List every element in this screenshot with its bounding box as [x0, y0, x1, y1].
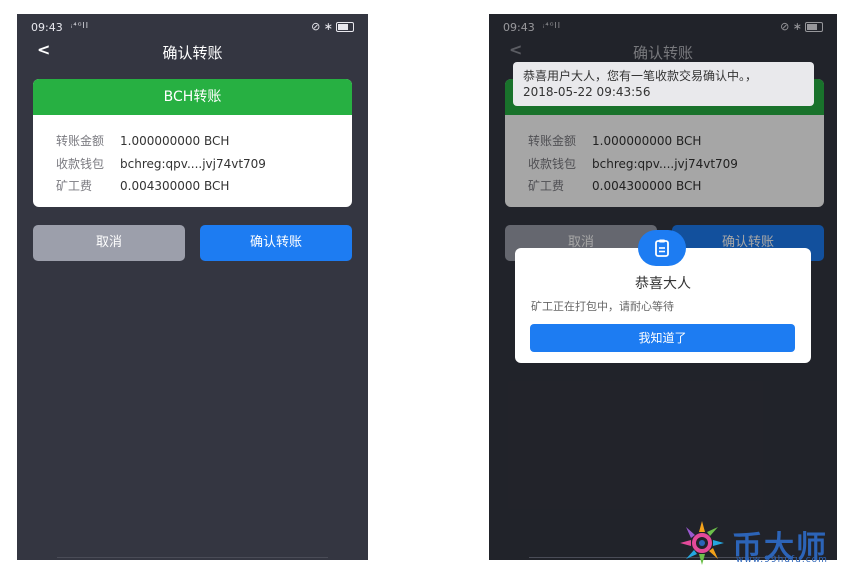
home-indicator	[57, 557, 328, 558]
wallet-value: bchreg:qpv....jvj74vt709	[120, 157, 266, 171]
page-title: 确认转账	[162, 44, 223, 62]
status-icons-text: ⊘ ∗	[311, 20, 333, 33]
status-icons: ⊘ ∗	[311, 20, 354, 33]
amount-value: 1.000000000 BCH	[120, 134, 230, 148]
card-header: BCH转账	[33, 79, 352, 115]
fee-value: 0.004300000 BCH	[120, 179, 230, 193]
dialog-title: 恭喜大人	[635, 276, 691, 292]
notification-toast: 恭喜用户大人，您有一笔收款交易确认中。， 2018-05-22 09:43:56	[513, 62, 814, 106]
dialog-message: 矿工正在打包中，请耐心等待	[531, 300, 674, 313]
phone-screen-success: 09:43 ᵢ⁴ᴳll ⊘ ∗ < 确认转账 转账金额 1.000000000 B…	[489, 14, 837, 560]
row-wallet: 收款钱包 bchreg:qpv....jvj74vt709	[56, 155, 266, 172]
wallet-label: 收款钱包	[56, 157, 105, 171]
amount-label: 转账金额	[56, 134, 105, 148]
cancel-button[interactable]: 取消	[33, 225, 185, 261]
transfer-card: BCH转账 转账金额 1.000000000 BCH 收款钱包 bchreg:qpv…	[33, 79, 352, 207]
phone-screen-confirm: 09:43 ᵢ⁴ᴳll ⊘ ∗ < 确认转账 BCH转账 转账金额 1.00000…	[17, 14, 368, 560]
got-it-button[interactable]: 我知道了	[530, 324, 795, 352]
status-time: 09:43	[31, 21, 63, 34]
status-bar: 09:43 ᵢ⁴ᴳll ⊘ ∗	[17, 14, 368, 40]
fee-label: 矿工费	[56, 179, 93, 193]
toast-message: 恭喜用户大人，您有一笔收款交易确认中。，	[523, 69, 758, 83]
watermark-url: www.99hufu.com	[736, 555, 828, 565]
watermark: 币大师 www.99hufu.com	[674, 518, 844, 568]
nav-bar: < 确认转账	[17, 40, 368, 64]
battery-icon	[336, 22, 354, 32]
network-icon: ᵢ⁴ᴳll	[71, 21, 89, 30]
row-fee: 矿工费 0.004300000 BCH	[56, 177, 229, 194]
toast-timestamp: 2018-05-22 09:43:56	[523, 85, 651, 99]
clipboard-icon	[638, 230, 686, 266]
success-dialog: 恭喜大人 矿工正在打包中，请耐心等待 我知道了	[515, 230, 811, 363]
row-amount: 转账金额 1.000000000 BCH	[56, 132, 229, 149]
brand-logo-icon	[680, 521, 724, 565]
confirm-transfer-button[interactable]: 确认转账	[200, 225, 352, 261]
